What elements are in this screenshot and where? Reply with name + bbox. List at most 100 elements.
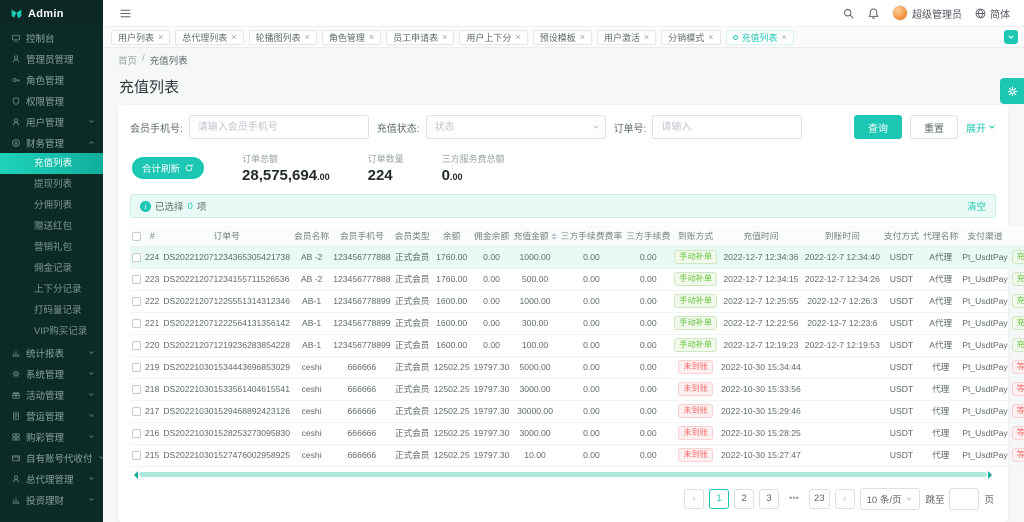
sidebar-subitem-VIP购买记录[interactable]: VIP购买记录 [0,321,103,342]
search-icon[interactable] [842,7,855,20]
tab-close-icon[interactable]: × [644,33,649,42]
order-input[interactable] [652,115,802,139]
table-row-218[interactable]: 218DS202210301533561404615541ceshi666666… [130,378,1024,400]
row-checkbox[interactable] [132,451,141,460]
next-page-button[interactable]: › [835,489,855,509]
page-button-23[interactable]: 23 [809,489,830,509]
tab-close-icon[interactable]: × [305,33,310,42]
table-row-215[interactable]: 215DS202210301527476002958925ceshi666666… [130,444,1024,466]
sidebar-item-总代理管理[interactable]: 总代理管理 [0,468,103,489]
settings-panel-button[interactable] [1000,78,1024,104]
tab-预设模板[interactable]: 预设模板× [533,30,592,45]
table-row-217[interactable]: 217DS202210301529468892423126ceshi666666… [130,400,1024,422]
table-row-221[interactable]: 221DS202212071222564131356142AB-11234567… [130,312,1024,334]
sidebar-subitem-打码量记录[interactable]: 打码量记录 [0,300,103,321]
sidebar-item-活动管理[interactable]: 活动管理 [0,384,103,405]
jump-page-input[interactable] [949,488,979,510]
tab-close-icon[interactable]: × [442,33,447,42]
user-menu[interactable]: 超级管理员 [892,5,962,21]
table-row-224[interactable]: 224DS202212071234365305421738AB -2123456… [130,246,1024,268]
tab-分销模式[interactable]: 分销模式× [661,30,720,45]
language-switcher[interactable]: 简体 [974,6,1010,21]
row-checkbox[interactable] [132,429,141,438]
tab-options-button[interactable] [1004,30,1018,44]
row-checkbox[interactable] [132,253,141,262]
row-checkbox[interactable] [132,275,141,284]
sidebar-subitem-充值列表[interactable]: 充值列表 [0,153,103,174]
sidebar-subitem-佣金记录[interactable]: 佣金记录 [0,258,103,279]
page-button-1[interactable]: 1 [709,489,729,509]
search-button[interactable]: 查询 [854,115,902,139]
sidebar-item-管理员管理[interactable]: 管理员管理 [0,48,103,69]
sidebar-item-用户管理[interactable]: 用户管理 [0,111,103,132]
tab-员工申请表[interactable]: 员工申请表× [386,30,454,45]
status-select-input[interactable] [426,115,606,139]
bell-icon[interactable] [867,7,880,20]
sidebar-item-购彩管理[interactable]: 购彩管理 [0,426,103,447]
sidebar-item-财务管理[interactable]: 财务管理 [0,132,103,153]
tab-close-icon[interactable]: × [369,33,374,42]
sidebar-subitem-营销礼包[interactable]: 营销礼包 [0,237,103,258]
sidebar-item-角色管理[interactable]: 角色管理 [0,69,103,90]
horizontal-scrollbar[interactable] [130,471,996,479]
cell-member_type: 正式会员 [393,444,432,466]
totals-refresh-button[interactable]: 合计刷新 [132,157,204,179]
page-size-select[interactable]: 10 条/页 [860,488,921,510]
sort-icon[interactable] [551,230,557,243]
tab-角色管理[interactable]: 角色管理× [322,30,381,45]
tab-close-icon[interactable]: × [231,33,236,42]
sidebar-subitem-分佣列表[interactable]: 分佣列表 [0,195,103,216]
sidebar-item-统计报表[interactable]: 统计报表 [0,342,103,363]
sidebar-subitem-赠送红包[interactable]: 赠送红包 [0,216,103,237]
sidebar-subitem-提现列表[interactable]: 提现列表 [0,174,103,195]
tab-close-icon[interactable]: × [782,33,787,42]
tab-用户上下分[interactable]: 用户上下分× [459,30,527,45]
page-button-3[interactable]: 3 [759,489,779,509]
sidebar-item-自有账号代收付[interactable]: 自有账号代收付 [0,447,103,468]
collapse-menu-icon[interactable] [119,7,132,20]
scroll-left-icon[interactable] [130,471,138,479]
row-checkbox[interactable] [132,385,141,394]
sidebar-item-label: 自有账号代收付 [26,451,93,465]
status-badge: 充值成功 [1012,272,1024,286]
row-checkbox[interactable] [132,363,141,372]
logo[interactable]: Admin [0,0,103,27]
breadcrumb-home[interactable]: 首页 [118,53,137,67]
page-button-2[interactable]: 2 [734,489,754,509]
row-checkbox[interactable] [132,319,141,328]
select-all-checkbox[interactable] [132,232,141,241]
sidebar-item-营运管理[interactable]: 营运管理 [0,405,103,426]
tab-close-icon[interactable]: × [515,33,520,42]
row-checkbox[interactable] [132,297,141,306]
tab-close-icon[interactable]: × [158,33,163,42]
sidebar-item-控制台[interactable]: 控制台 [0,27,103,48]
tab-用户激活[interactable]: 用户激活× [597,30,656,45]
table-row-216[interactable]: 216DS202210301528253273095830ceshi666666… [130,422,1024,444]
tab-轮播图列表[interactable]: 轮播图列表× [249,30,317,45]
table-row-219[interactable]: 219DS202210301534443696853029ceshi666666… [130,356,1024,378]
prev-page-button[interactable]: ‹ [684,489,704,509]
tab-充值列表[interactable]: 充值列表× [726,30,794,45]
cell-amount: 1000.00 [511,290,558,312]
phone-input[interactable] [189,115,369,139]
sidebar-item-系统管理[interactable]: 系统管理 [0,363,103,384]
sidebar-item-投资理财[interactable]: 投资理财 [0,489,103,510]
clear-selection-link[interactable]: 清空 [967,199,986,213]
table-row-220[interactable]: 220DS202212071219236283854228AB-11234567… [130,334,1024,356]
scroll-right-icon[interactable] [988,471,996,479]
tab-总代理列表[interactable]: 总代理列表× [175,30,243,45]
status-select[interactable] [426,115,606,139]
tab-用户列表[interactable]: 用户列表× [111,30,170,45]
col-amount[interactable]: 充值金额 [511,226,558,246]
expand-toggle[interactable]: 展开 [966,120,996,135]
reset-button[interactable]: 重置 [910,115,958,139]
row-checkbox[interactable] [132,407,141,416]
table-row-223[interactable]: 223DS202212071234155711526536AB -2123456… [130,268,1024,290]
tab-close-icon[interactable]: × [708,33,713,42]
tab-close-icon[interactable]: × [580,33,585,42]
scrollbar-thumb[interactable] [139,472,987,477]
row-checkbox[interactable] [132,341,141,350]
sidebar-item-权限管理[interactable]: 权限管理 [0,90,103,111]
table-row-222[interactable]: 222DS202212071225551314312346AB-11234567… [130,290,1024,312]
sidebar-subitem-上下分记录[interactable]: 上下分记录 [0,279,103,300]
